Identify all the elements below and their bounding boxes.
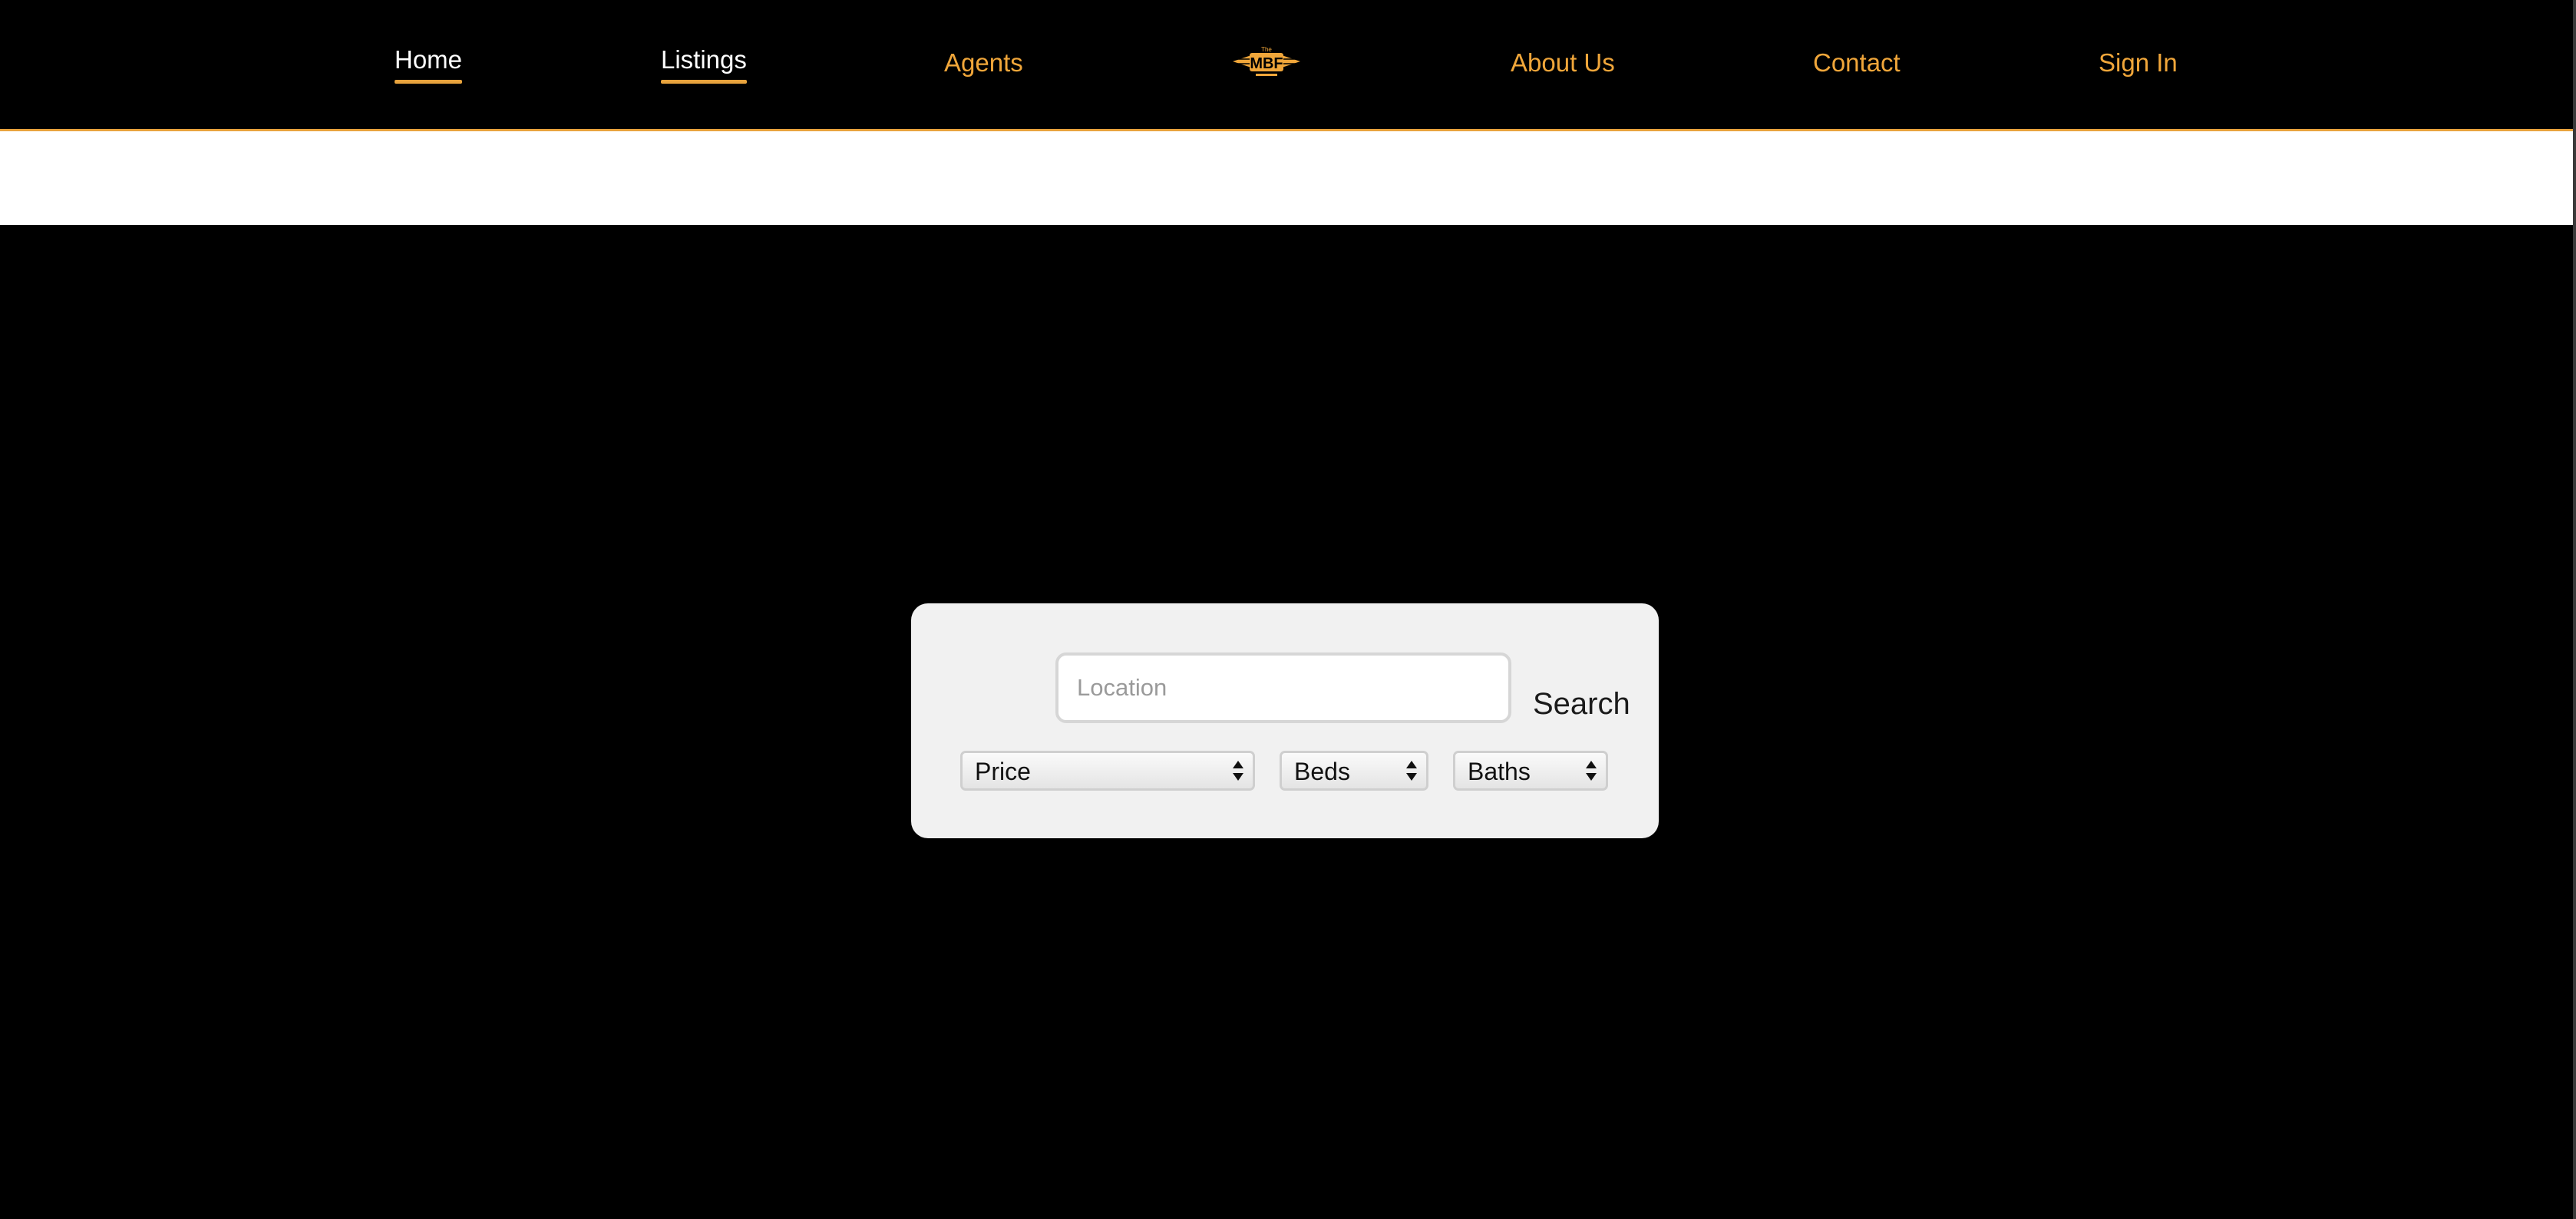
search-button[interactable]: Search — [1533, 686, 1630, 722]
select-arrows-icon — [1406, 761, 1417, 781]
site-logo[interactable]: The MBF — [1231, 45, 1302, 78]
search-card: Search Price Beds Baths — [911, 603, 1659, 838]
logo-text: MBF — [1250, 55, 1283, 72]
price-select[interactable]: Price — [960, 751, 1255, 791]
select-arrows-icon — [1233, 761, 1243, 781]
nav-link-agents[interactable]: Agents — [944, 48, 1023, 78]
baths-select-value: Baths — [1468, 758, 1531, 785]
nav-link-sign-in[interactable]: Sign In — [2099, 48, 2178, 78]
white-banner — [0, 131, 2573, 225]
winged-logo-icon: The MBF — [1233, 46, 1300, 76]
location-input[interactable] — [1055, 652, 1511, 723]
beds-select-value: Beds — [1294, 758, 1350, 785]
select-arrows-icon — [1586, 761, 1597, 781]
nav-link-contact[interactable]: Contact — [1813, 48, 1901, 78]
scrollbar-edge — [2573, 0, 2576, 1219]
baths-select[interactable]: Baths — [1453, 751, 1608, 791]
top-navbar: Home Listings Agents The MBF About Us Co… — [0, 0, 2573, 131]
nav-link-home[interactable]: Home — [395, 45, 463, 84]
nav-link-listings[interactable]: Listings — [661, 45, 747, 84]
price-select-value: Price — [975, 758, 1031, 785]
nav-link-about-us[interactable]: About Us — [1511, 48, 1615, 78]
beds-select[interactable]: Beds — [1280, 751, 1428, 791]
logo-small-text: The — [1261, 46, 1272, 53]
